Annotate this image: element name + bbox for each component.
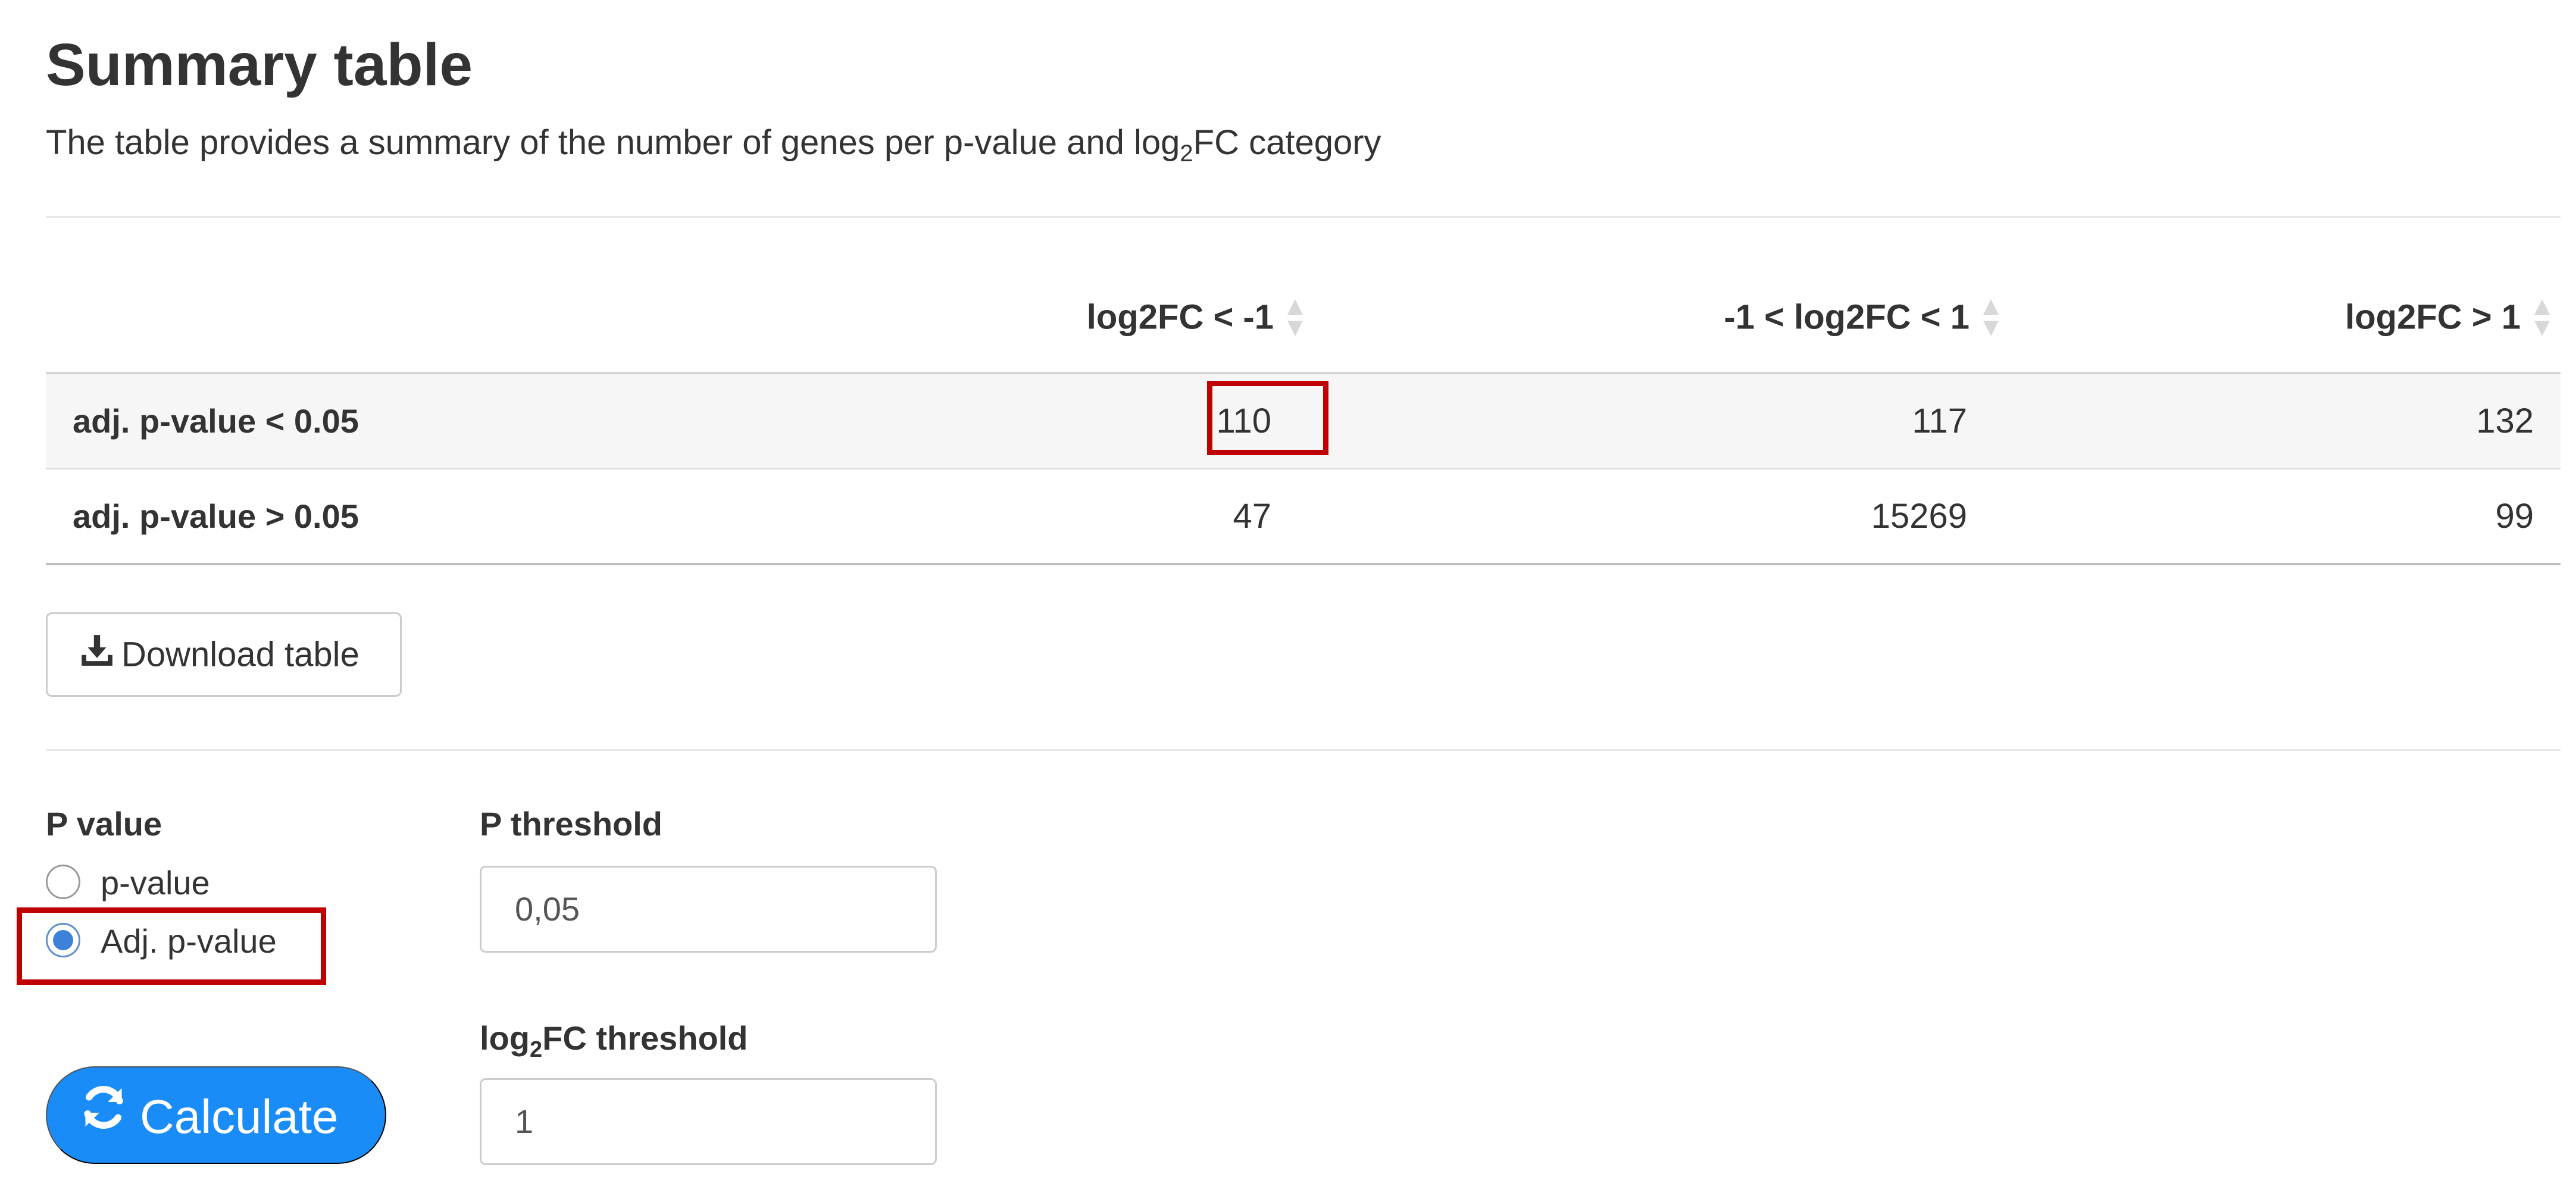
table-cell: 47: [1233, 497, 1271, 536]
p-threshold-input[interactable]: 0,05: [480, 866, 937, 953]
refresh-icon: [78, 1068, 129, 1166]
column-header-log2fc-low[interactable]: log2FC < -1: [1087, 297, 1305, 342]
p-threshold-label: P threshold: [480, 805, 663, 843]
download-table-button[interactable]: Download table: [46, 612, 402, 697]
sort-icon[interactable]: [1284, 297, 1305, 342]
table-row: adj. p-value > 0.05 47 15269 99: [46, 469, 2561, 565]
table-cell: 117: [1912, 402, 1967, 440]
column-header-log2fc-mid[interactable]: -1 < log2FC < 1: [1724, 297, 2000, 342]
page-subtitle: The table provides a summary of the numb…: [46, 123, 1381, 167]
log2fc-threshold-input[interactable]: 1: [480, 1078, 937, 1165]
log2fc-threshold-label: log2FC threshold: [480, 1019, 748, 1062]
calculate-button[interactable]: Calculate: [46, 1066, 386, 1164]
download-icon: [79, 632, 115, 677]
sort-icon[interactable]: [1980, 297, 2000, 342]
p-value-label: P value: [46, 805, 162, 843]
page-title: Summary table: [46, 32, 473, 98]
table-cell: 15269: [1871, 497, 1967, 536]
divider-top: [46, 216, 2561, 218]
column-header-log2fc-high[interactable]: log2FC > 1: [2345, 297, 2552, 342]
row-label: adj. p-value < 0.05: [73, 402, 359, 440]
summary-table-page: Summary table The table provides a summa…: [0, 0, 2576, 1199]
table-header: log2FC < -1 -1 < log2FC < 1 log2FC > 1: [46, 271, 2561, 374]
radio-button[interactable]: [46, 865, 80, 899]
table-cell: 99: [2495, 497, 2534, 536]
highlight-box-radio: [17, 907, 326, 985]
row-label: adj. p-value > 0.05: [73, 497, 359, 535]
divider-bottom: [46, 749, 2561, 751]
sort-icon[interactable]: [2531, 297, 2552, 342]
table-cell: 132: [2476, 402, 2534, 440]
highlight-box-cell: [1207, 381, 1328, 455]
